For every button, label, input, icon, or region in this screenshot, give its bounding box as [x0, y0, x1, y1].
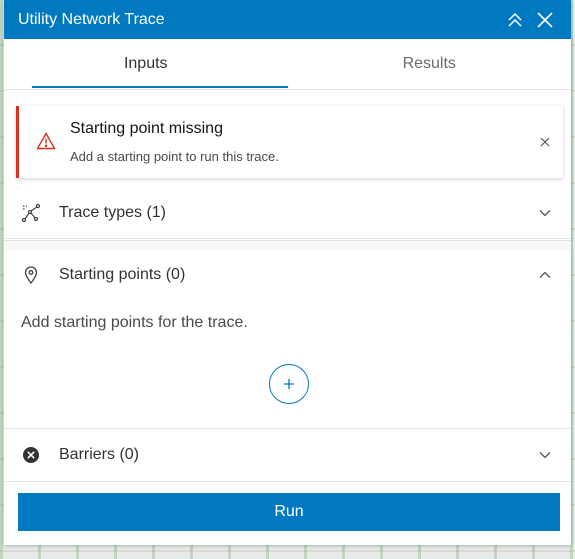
x-circle-icon — [20, 444, 42, 466]
collapse-button[interactable] — [503, 8, 527, 32]
add-starting-point-button[interactable] — [269, 364, 309, 404]
trace-types-section[interactable]: Trace types (1) — [4, 188, 571, 239]
starting-points-section[interactable]: Starting points (0) — [4, 250, 571, 300]
notice-title: Starting point missing — [70, 120, 223, 137]
double-chevron-up-icon — [508, 12, 522, 27]
notice-message: Add a starting point to run this trace. — [70, 149, 279, 164]
barriers-label: Barriers (0) — [59, 446, 140, 463]
chevron-down-icon — [537, 447, 553, 463]
dismiss-notice-button[interactable] — [535, 132, 555, 152]
barriers-section[interactable]: Barriers (0) — [4, 428, 571, 482]
trace-types-label: Trace types (1) — [59, 204, 166, 221]
starting-point-missing-notice: Starting point missing Add a starting po… — [16, 106, 563, 178]
starting-points-label: Starting points (0) — [59, 266, 186, 283]
warning-triangle-icon — [36, 132, 56, 155]
utility-network-trace-panel: Utility Network Trace Inputs Results Sta… — [4, 0, 571, 545]
tab-bar: Inputs Results — [4, 39, 571, 90]
close-panel-button[interactable] — [533, 8, 557, 32]
starting-points-description: Add starting points for the trace. — [21, 314, 248, 331]
map-pin-icon — [20, 264, 42, 286]
run-button[interactable]: Run — [18, 493, 560, 531]
tab-results[interactable]: Results — [288, 39, 572, 89]
chevron-down-icon — [537, 205, 553, 221]
plus-icon — [284, 379, 294, 389]
chevron-up-icon — [537, 267, 553, 283]
panel-header: Utility Network Trace — [4, 0, 571, 39]
tab-inputs[interactable]: Inputs — [4, 39, 288, 89]
close-icon — [537, 11, 553, 28]
panel-title: Utility Network Trace — [18, 10, 165, 28]
close-icon — [540, 137, 550, 147]
trace-types-icon — [20, 202, 42, 224]
